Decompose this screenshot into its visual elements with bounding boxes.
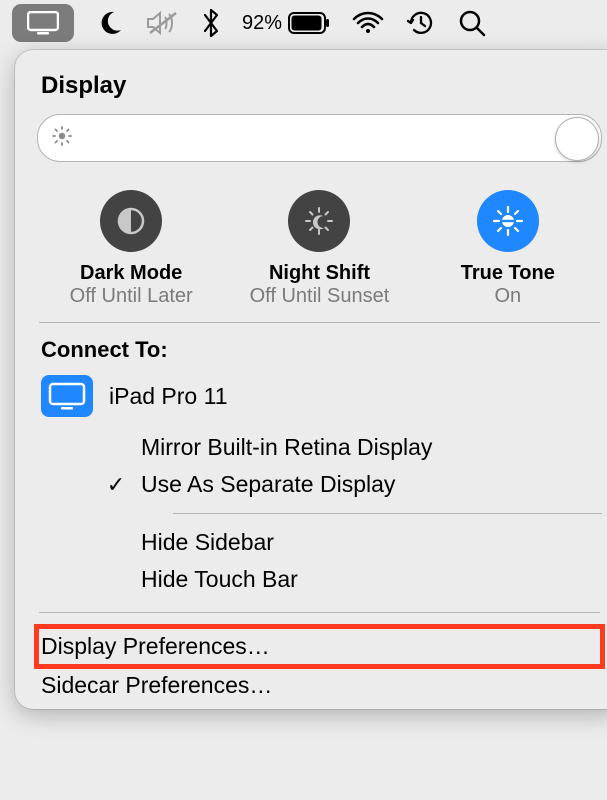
battery-icon bbox=[288, 12, 330, 34]
separator bbox=[39, 322, 600, 323]
separator bbox=[39, 612, 600, 613]
separate-display-option[interactable]: ✓ Use As Separate Display bbox=[105, 466, 602, 503]
connect-to-label: Connect To: bbox=[41, 337, 598, 363]
display-popup: Display Dark Mode Off Until Later Night … bbox=[15, 50, 607, 709]
night-shift-icon bbox=[288, 190, 350, 252]
hide-touchbar-label: Hide Touch Bar bbox=[141, 566, 298, 593]
brightness-slider[interactable] bbox=[37, 114, 602, 162]
hide-touchbar-option[interactable]: Hide Touch Bar bbox=[105, 561, 602, 598]
true-tone-label: True Tone bbox=[461, 262, 555, 285]
dark-mode-icon bbox=[100, 190, 162, 252]
separator bbox=[173, 513, 602, 514]
checkmark-icon: ✓ bbox=[105, 472, 127, 498]
volume-muted-icon[interactable] bbox=[146, 10, 180, 36]
dark-mode-status: Off Until Later bbox=[70, 285, 193, 308]
separate-label: Use As Separate Display bbox=[141, 471, 395, 498]
device-name: iPad Pro 11 bbox=[109, 383, 227, 410]
display-preferences-label: Display Preferences… bbox=[41, 633, 270, 659]
battery-status[interactable]: 92% bbox=[242, 12, 330, 35]
do-not-disturb-icon[interactable] bbox=[96, 9, 124, 37]
brightness-knob[interactable] bbox=[555, 117, 599, 161]
menu-bar: 92% bbox=[0, 0, 607, 46]
true-tone-toggle[interactable]: True Tone On bbox=[415, 190, 601, 308]
device-options: Mirror Built-in Retina Display ✓ Use As … bbox=[105, 429, 602, 598]
display-menubar-button[interactable] bbox=[12, 4, 74, 42]
display-icon bbox=[27, 11, 59, 35]
dark-mode-toggle[interactable]: Dark Mode Off Until Later bbox=[38, 190, 224, 308]
night-shift-toggle[interactable]: Night Shift Off Until Sunset bbox=[226, 190, 412, 308]
sidecar-preferences-item[interactable]: Sidecar Preferences… bbox=[37, 666, 602, 705]
hide-sidebar-label: Hide Sidebar bbox=[141, 529, 274, 556]
spotlight-icon[interactable] bbox=[458, 9, 486, 37]
dark-mode-label: Dark Mode bbox=[80, 262, 182, 285]
time-machine-icon[interactable] bbox=[406, 8, 436, 38]
wifi-icon[interactable] bbox=[352, 11, 384, 35]
night-shift-status: Off Until Sunset bbox=[250, 285, 390, 308]
battery-percent: 92% bbox=[242, 12, 282, 35]
night-shift-label: Night Shift bbox=[269, 262, 370, 285]
true-tone-status: On bbox=[494, 285, 521, 308]
popup-title: Display bbox=[41, 72, 598, 100]
mode-row: Dark Mode Off Until Later Night Shift Of… bbox=[37, 190, 602, 308]
mirror-label: Mirror Built-in Retina Display bbox=[141, 434, 432, 461]
display-preferences-item[interactable]: Display Preferences… bbox=[37, 627, 602, 666]
ipad-icon bbox=[41, 375, 93, 417]
mirror-option[interactable]: Mirror Built-in Retina Display bbox=[105, 429, 602, 466]
true-tone-icon bbox=[477, 190, 539, 252]
bluetooth-icon[interactable] bbox=[202, 8, 220, 38]
sidecar-preferences-label: Sidecar Preferences… bbox=[41, 672, 272, 698]
brightness-low-icon bbox=[52, 126, 72, 151]
connect-device-row[interactable]: iPad Pro 11 bbox=[41, 375, 598, 417]
hide-sidebar-option[interactable]: Hide Sidebar bbox=[105, 524, 602, 561]
